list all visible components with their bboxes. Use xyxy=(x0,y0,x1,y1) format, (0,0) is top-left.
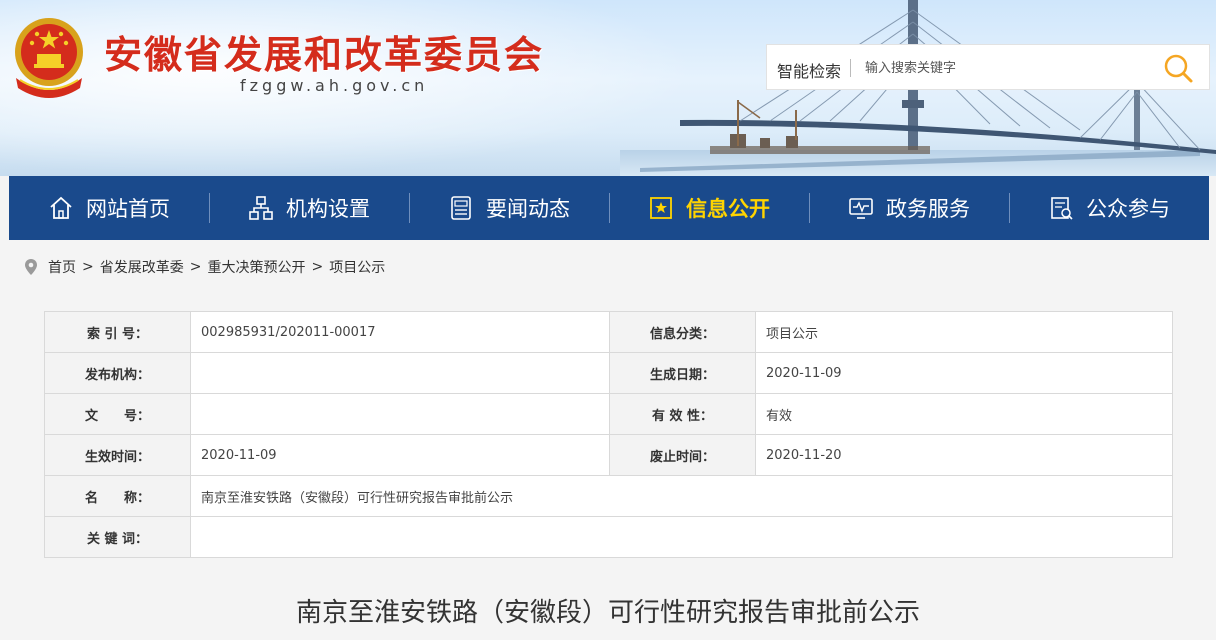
document-star-icon xyxy=(650,197,672,219)
validity-value: 有效 xyxy=(755,393,1173,435)
header-banner: 安徽省发展和改革委员会 fzggw.ah.gov.cn 智能检索 xyxy=(0,0,1216,176)
nav-item-label: 公众参与 xyxy=(1086,197,1170,221)
site-title: 安徽省发展和改革委员会 xyxy=(104,33,545,77)
breadcrumb-link-project-notice[interactable]: 项目公示 xyxy=(329,257,385,277)
nav-item-info-disclosure[interactable]: 信息公开 xyxy=(609,176,809,240)
nav-item-government-services[interactable]: 政务服务 xyxy=(809,176,1009,240)
keywords-label: 关 键 词： xyxy=(44,516,191,558)
index-number-label: 索 引 号： xyxy=(44,311,191,353)
breadcrumb-separator: > xyxy=(82,259,94,275)
breadcrumb-link-commission[interactable]: 省发展改革委 xyxy=(100,257,184,277)
home-icon xyxy=(50,196,72,219)
nav-item-label: 网站首页 xyxy=(86,197,170,221)
name-value: 南京至淮安铁路（安徽段）可行性研究报告审批前公示 xyxy=(190,475,1173,517)
effective-date-label: 生效时间： xyxy=(44,434,191,476)
site-domain: fzggw.ah.gov.cn xyxy=(240,76,429,95)
article-title: 南京至淮安铁路（安徽段）可行性研究报告审批前公示 xyxy=(295,598,920,628)
index-number-value: 002985931/202011-00017 xyxy=(190,311,610,353)
search-divider xyxy=(850,59,851,77)
nav-item-home[interactable]: 网站首页 xyxy=(9,176,209,240)
table-row: 生效时间： 2020-11-09 废止时间： 2020-11-20 xyxy=(44,434,1173,476)
nav-item-label: 要闻动态 xyxy=(486,197,570,221)
org-chart-icon xyxy=(249,196,273,220)
expiry-date-value: 2020-11-20 xyxy=(755,434,1173,476)
monitor-icon xyxy=(849,198,873,219)
search-box: 智能检索 xyxy=(766,44,1210,90)
table-row: 关 键 词： xyxy=(44,516,1173,558)
name-label: 名 称： xyxy=(44,475,191,517)
table-row: 发布机构： 生成日期： 2020-11-09 xyxy=(44,352,1173,394)
publisher-label: 发布机构： xyxy=(44,352,191,394)
expiry-date-label: 废止时间： xyxy=(609,434,756,476)
document-info-table: 索 引 号： 002985931/202011-00017 信息分类： 项目公示… xyxy=(44,311,1173,558)
nav-item-label: 信息公开 xyxy=(686,197,770,221)
nav-item-organization[interactable]: 机构设置 xyxy=(209,176,409,240)
document-number-label: 文 号： xyxy=(44,393,191,435)
smart-search-label: 智能检索 xyxy=(777,62,842,81)
created-date-label: 生成日期： xyxy=(609,352,756,394)
document-number-value xyxy=(190,393,610,435)
table-row: 名 称： 南京至淮安铁路（安徽段）可行性研究报告审批前公示 xyxy=(44,475,1173,517)
location-pin-icon xyxy=(25,259,37,275)
news-icon xyxy=(451,196,471,220)
national-emblem-icon xyxy=(15,18,83,98)
effective-date-value: 2020-11-09 xyxy=(190,434,610,476)
created-date-value: 2020-11-09 xyxy=(755,352,1173,394)
breadcrumb: 首页 > 省发展改革委 > 重大决策预公开 > 项目公示 xyxy=(24,256,385,278)
nav-item-label: 机构设置 xyxy=(286,197,370,221)
search-input[interactable] xyxy=(863,54,1147,82)
breadcrumb-link-home[interactable]: 首页 xyxy=(48,257,76,277)
breadcrumb-link-major-decisions[interactable]: 重大决策预公开 xyxy=(207,257,305,277)
breadcrumb-separator: > xyxy=(311,259,324,275)
table-row: 文 号： 有 效 性： 有效 xyxy=(44,393,1173,435)
main-nav: 网站首页 机构设置 要闻动态 信息公开 政务服务 公众参与 xyxy=(9,176,1209,240)
nav-item-news[interactable]: 要闻动态 xyxy=(409,176,609,240)
search-icon[interactable] xyxy=(1161,51,1195,85)
participation-icon xyxy=(1051,197,1073,220)
publisher-value xyxy=(190,352,610,394)
keywords-value xyxy=(190,516,1173,558)
nav-item-label: 政务服务 xyxy=(886,197,970,221)
table-row: 索 引 号： 002985931/202011-00017 信息分类： 项目公示 xyxy=(44,311,1173,353)
nav-item-public-participation[interactable]: 公众参与 xyxy=(1009,176,1209,240)
category-label: 信息分类： xyxy=(609,311,756,353)
category-value: 项目公示 xyxy=(755,311,1173,353)
validity-label: 有 效 性： xyxy=(609,393,756,435)
breadcrumb-separator: > xyxy=(189,259,202,275)
